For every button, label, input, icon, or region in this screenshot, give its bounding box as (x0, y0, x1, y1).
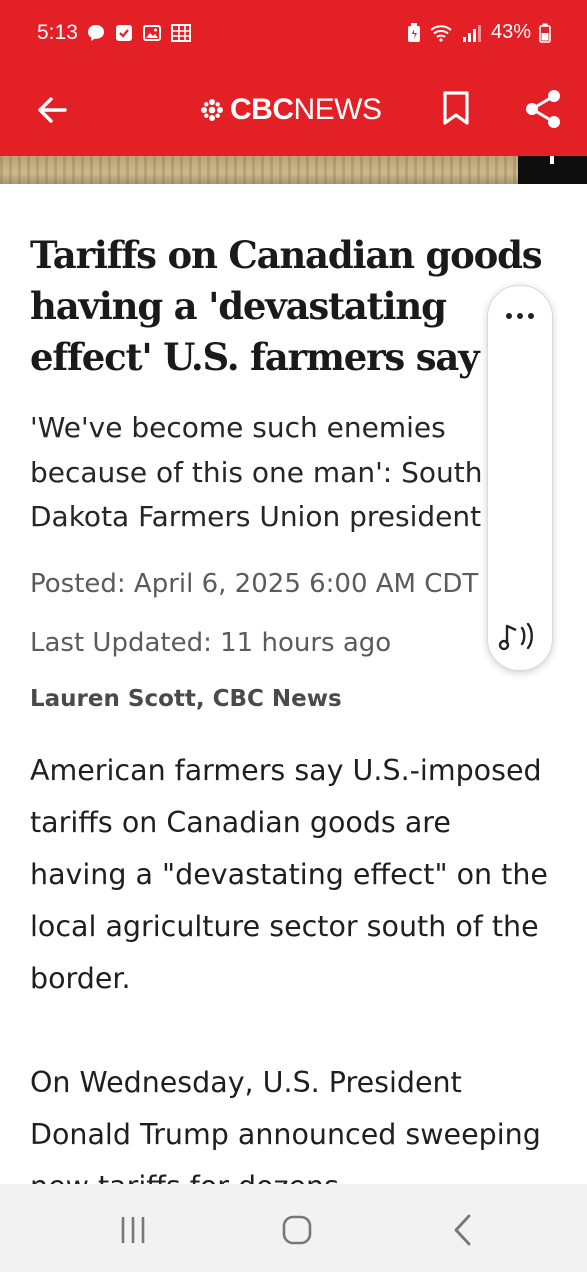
recents-icon (121, 1217, 145, 1243)
status-right: 43% (407, 21, 551, 44)
hero-image (0, 156, 518, 184)
share-button[interactable] (520, 86, 566, 132)
image-icon (143, 25, 161, 41)
back-chevron-icon (454, 1214, 471, 1246)
text-to-speech-panel (487, 285, 553, 671)
battery-percent: 43% (490, 21, 531, 43)
headline: Tariffs on Canadian goods having a 'deva… (30, 233, 543, 379)
chat-bubble-icon (88, 25, 104, 41)
system-navigation-bar (0, 1184, 587, 1272)
bookmark-icon (443, 91, 469, 125)
byline[interactable]: Lauren Scott, CBC News (30, 686, 342, 712)
top-bar: 5:13 43% CBCNEWS (0, 0, 587, 156)
audio-note-icon (498, 622, 533, 651)
paragraph: American farmers say U.S.-imposed tariff… (30, 754, 548, 995)
status-time: 5:13 (37, 21, 78, 44)
checkbox-icon (116, 25, 132, 41)
status-bar: 5:13 43% (0, 0, 587, 70)
home-icon (282, 1215, 312, 1245)
recents-button[interactable] (113, 1210, 153, 1250)
bookmark-button[interactable] (434, 86, 478, 130)
posted-date: Posted: April 6, 2025 6:00 AM CDT (30, 569, 479, 599)
brand-bold: CBC (230, 93, 294, 126)
app-bar: CBCNEWS (0, 70, 587, 156)
grid-icon (171, 24, 191, 42)
battery-saver-icon (407, 22, 420, 42)
notification-icons (86, 23, 192, 43)
arrow-left-icon (38, 97, 67, 123)
battery-icon (539, 23, 551, 43)
deck-subtitle: 'We've become such enemies because of th… (30, 411, 483, 533)
cbc-gem-icon (201, 99, 223, 121)
back-button[interactable] (30, 88, 74, 132)
nav-back-button[interactable] (443, 1210, 483, 1250)
wifi-icon (430, 24, 452, 42)
last-updated: Last Updated: 11 hours ago (30, 628, 392, 658)
listen-button[interactable] (496, 616, 544, 656)
brand-light: NEWS (293, 93, 383, 126)
share-icon (526, 90, 560, 128)
cbc-news-logo: CBCNEWS (200, 88, 382, 132)
more-horizontal-icon[interactable] (488, 296, 552, 336)
hero-caption-tab (518, 156, 587, 184)
signal-icon (462, 24, 481, 42)
home-button[interactable] (277, 1210, 317, 1250)
brand-wordmark: CBCNEWS (230, 93, 382, 127)
